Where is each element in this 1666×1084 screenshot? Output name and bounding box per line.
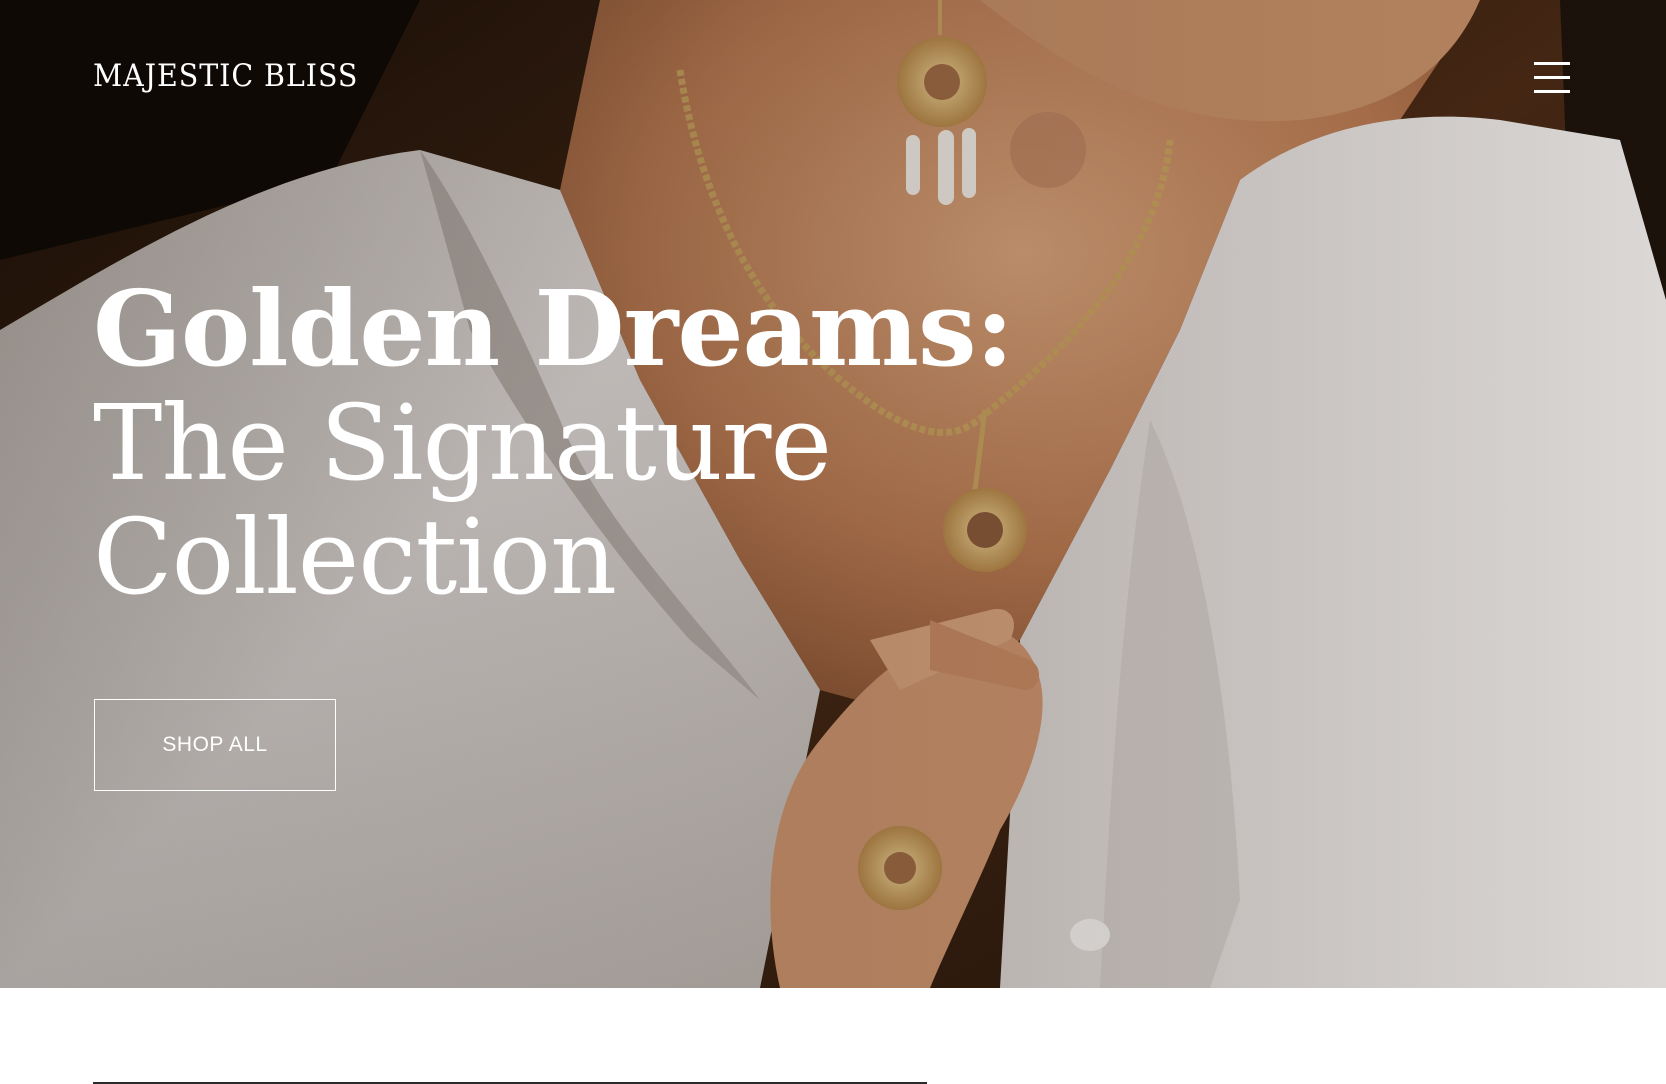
- hero-title-line-1: Golden Dreams:: [93, 267, 1014, 390]
- hero-title-line-2: The Signature: [93, 382, 832, 504]
- hero-title-line-3: Collection: [93, 496, 617, 618]
- hero-title: Golden Dreams: The Signature Collection: [93, 267, 1014, 618]
- brand-logo[interactable]: MAJESTIC BLISS: [93, 56, 358, 96]
- hero-section: MAJESTIC BLISS Golden Dreams: The Signat…: [0, 0, 1666, 988]
- shop-all-label: SHOP ALL: [162, 733, 268, 756]
- shop-all-button[interactable]: SHOP ALL: [94, 699, 336, 791]
- menu-button[interactable]: [1532, 58, 1572, 98]
- hamburger-menu-icon: [1534, 62, 1570, 93]
